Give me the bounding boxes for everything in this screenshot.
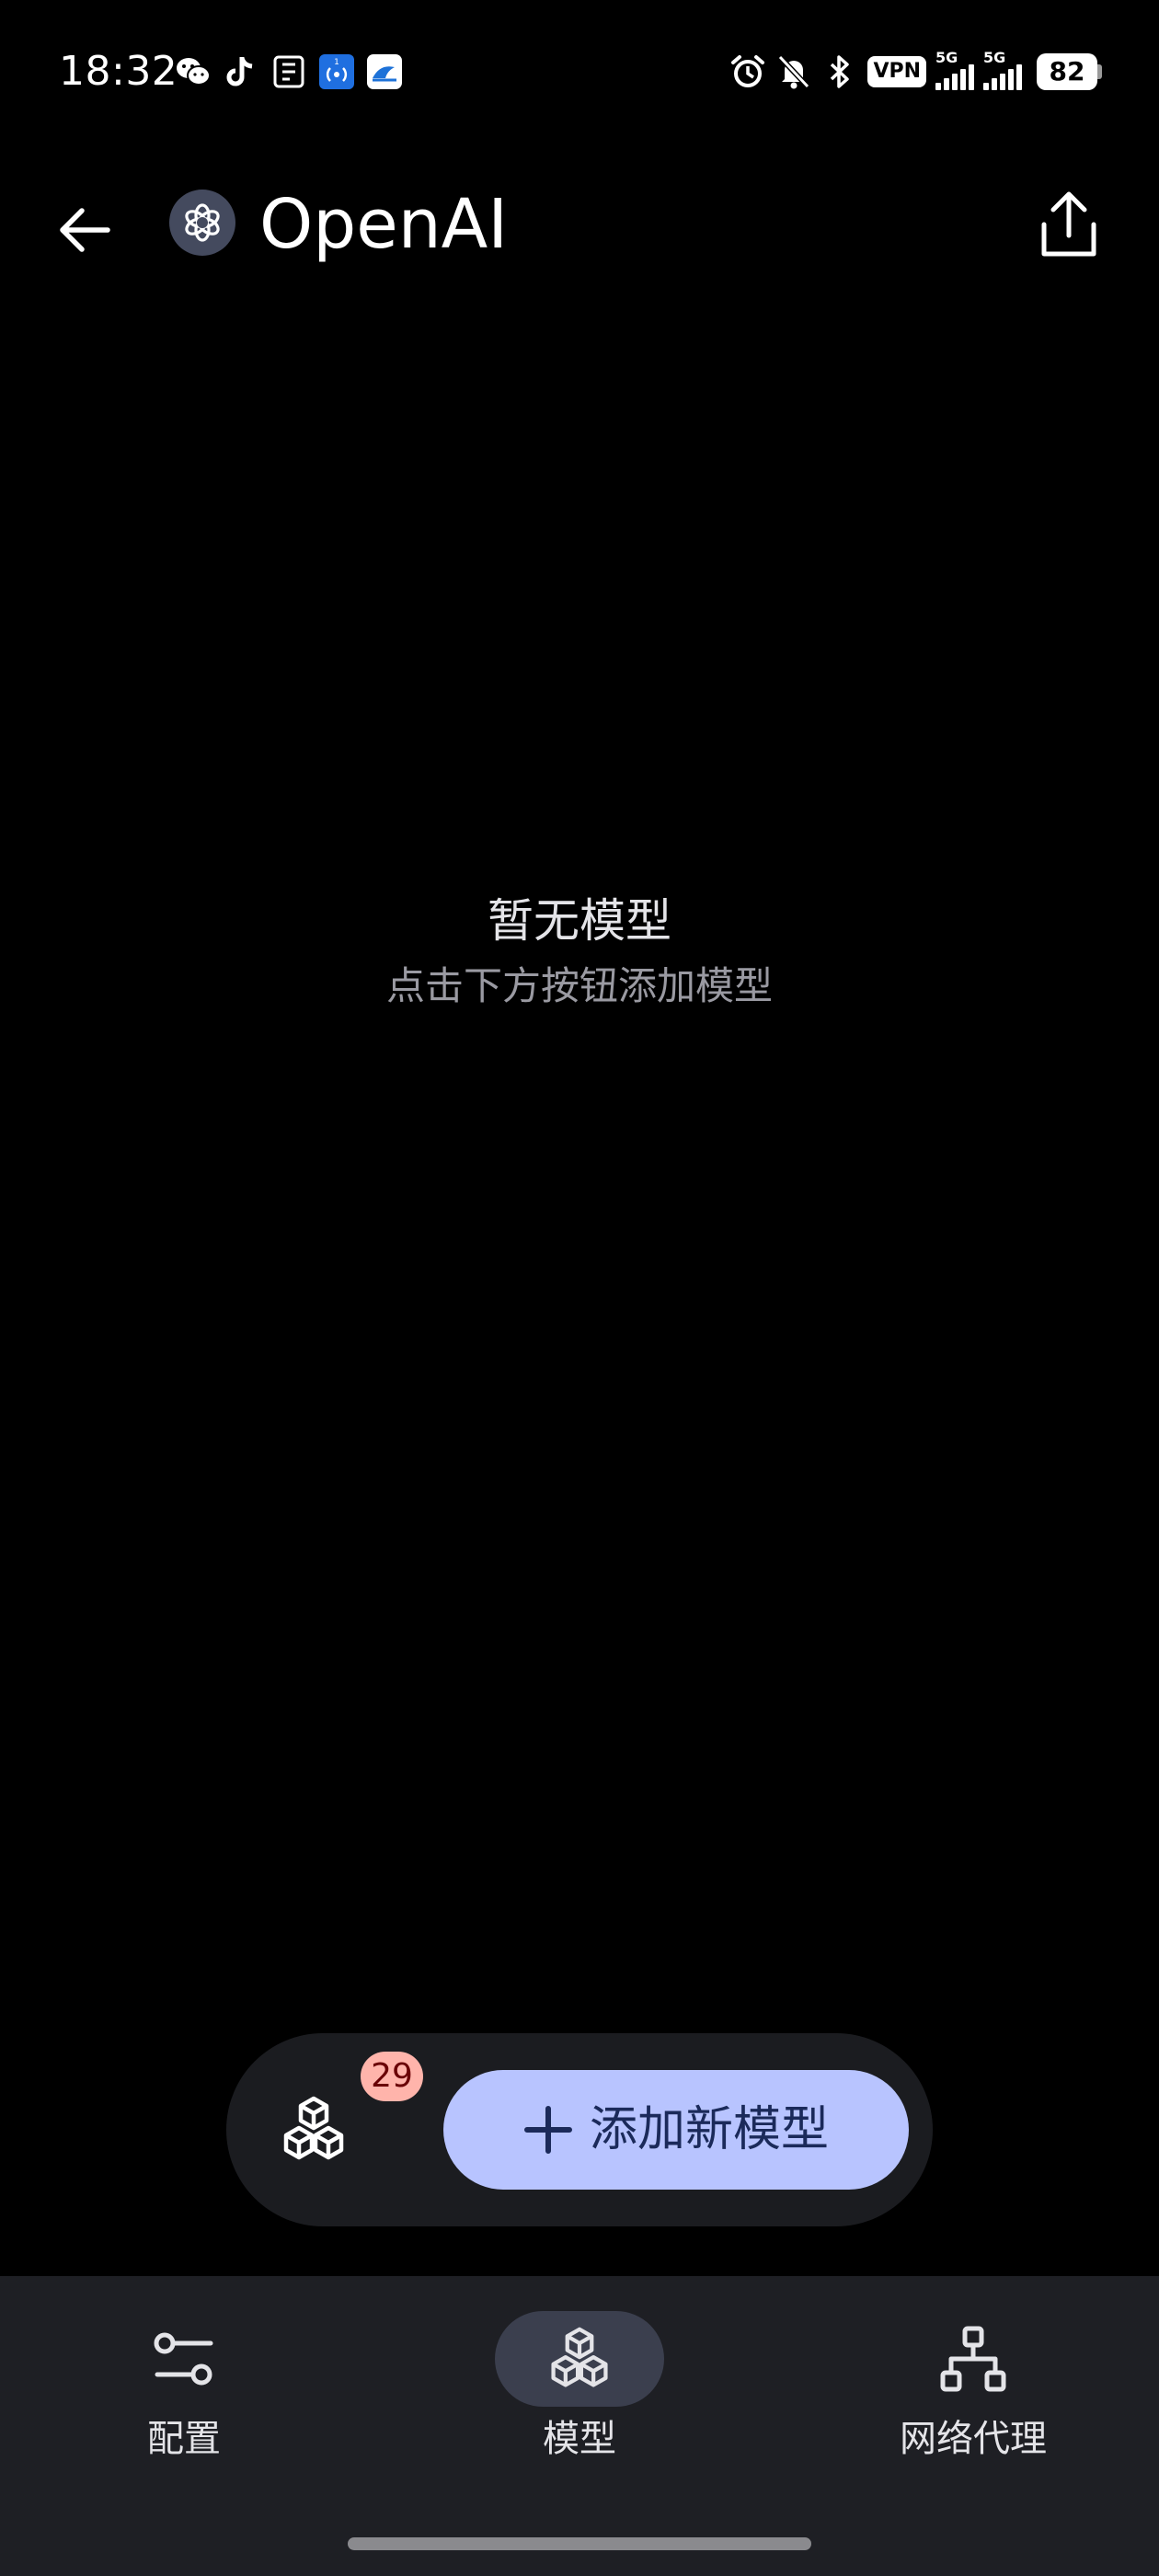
notepad-icon xyxy=(270,53,307,90)
status-bar: 18:32 1 VPN 5G 5G 82 xyxy=(0,0,1159,144)
plus-icon xyxy=(523,2105,573,2155)
nav-label-network-proxy: 网络代理 xyxy=(900,2418,1047,2460)
bottom-navigation: 配置 模型 网络代理 xyxy=(0,2276,1159,2576)
openai-logo xyxy=(169,190,235,256)
bluetooth-icon xyxy=(821,53,858,90)
arrow-left-icon xyxy=(60,208,110,252)
share-button[interactable] xyxy=(1025,180,1113,269)
tiktok-icon xyxy=(223,53,259,90)
battery-level: 82 xyxy=(1037,53,1097,90)
app-bar: OpenAI xyxy=(0,166,1159,276)
wechat-icon xyxy=(175,53,212,90)
status-system-icons: VPN 5G 5G 82 xyxy=(729,49,1102,92)
nav-item-config[interactable]: 配置 xyxy=(46,2311,322,2462)
home-indicator[interactable] xyxy=(348,2537,811,2550)
wave-app-icon xyxy=(366,53,403,90)
page-title: OpenAI xyxy=(259,185,509,264)
share-icon xyxy=(1041,191,1096,257)
add-model-button[interactable]: 添加新模型 xyxy=(443,2070,909,2190)
mute-bell-icon xyxy=(775,53,812,90)
cellular-signal-2: 5G xyxy=(983,49,1022,90)
add-model-label: 添加新模型 xyxy=(589,2102,829,2157)
status-notification-icons: 1 xyxy=(175,52,403,92)
nav-item-models[interactable]: 模型 xyxy=(442,2311,717,2462)
nav-label-config: 配置 xyxy=(147,2418,221,2460)
network-gen-2: 5G xyxy=(983,49,1006,66)
openai-icon xyxy=(185,203,220,242)
models-list-button[interactable] xyxy=(263,2079,364,2180)
empty-state: 暂无模型 点击下方按钮添加模型 xyxy=(0,889,1159,1016)
cubes-icon xyxy=(283,2096,344,2160)
model-action-bar: 29 添加新模型 xyxy=(226,2033,933,2226)
svg-text:1: 1 xyxy=(334,58,339,67)
nfc-app-icon: 1 xyxy=(318,53,355,90)
sliders-icon xyxy=(154,2332,213,2386)
cellular-signal-1: 5G xyxy=(935,49,974,90)
status-time: 18:32 xyxy=(59,48,178,95)
nav-icon-container xyxy=(889,2311,1058,2407)
network-gen-1: 5G xyxy=(935,49,958,66)
network-icon xyxy=(940,2326,1006,2392)
empty-state-title: 暂无模型 xyxy=(488,894,671,948)
nav-icon-container xyxy=(99,2311,269,2407)
models-count-badge: 29 xyxy=(361,2052,423,2101)
alarm-icon xyxy=(729,53,766,90)
cubes-icon xyxy=(551,2327,608,2387)
vpn-badge: VPN xyxy=(867,56,926,87)
back-button[interactable] xyxy=(46,191,123,269)
battery-tip xyxy=(1097,64,1102,79)
nav-label-models: 模型 xyxy=(543,2418,616,2460)
battery-indicator: 82 xyxy=(1037,53,1102,90)
nav-icon-container-active xyxy=(495,2311,664,2407)
empty-state-subtitle: 点击下方按钮添加模型 xyxy=(385,963,773,1008)
nav-item-network-proxy[interactable]: 网络代理 xyxy=(835,2311,1111,2462)
